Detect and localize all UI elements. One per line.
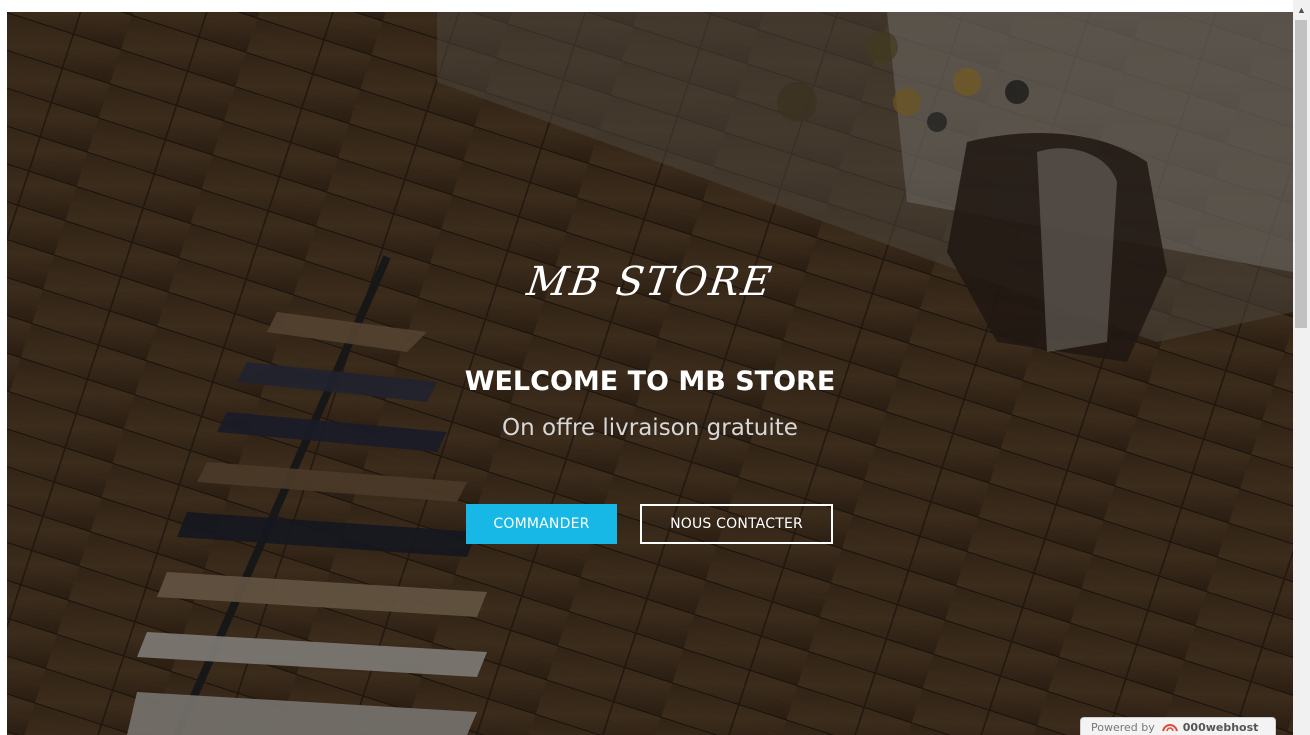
hero-content: MB STORE WELCOME TO MB STORE On offre li… [7,12,1293,735]
hero-headline: WELCOME TO MB STORE [464,366,836,397]
webhost-logo-icon [1161,724,1178,732]
commander-button[interactable]: COMMANDER [466,504,617,544]
scroll-thumb[interactable] [1295,20,1307,328]
brand-logo: MB STORE [524,259,776,305]
host-name: 000webhost [1182,721,1259,734]
hero-subline: On offre livraison gratuite [502,415,798,441]
vertical-scrollbar[interactable]: ▲ [1293,0,1310,735]
powered-by-label: Powered by [1091,721,1155,734]
contact-button[interactable]: NOUS CONTACTER [640,504,833,544]
hero-section: MB STORE WELCOME TO MB STORE On offre li… [7,12,1293,735]
scroll-up-icon[interactable]: ▲ [1293,4,1310,16]
powered-by-badge[interactable]: Powered by 000webhost [1080,717,1276,735]
page: MB STORE WELCOME TO MB STORE On offre li… [0,0,1310,735]
